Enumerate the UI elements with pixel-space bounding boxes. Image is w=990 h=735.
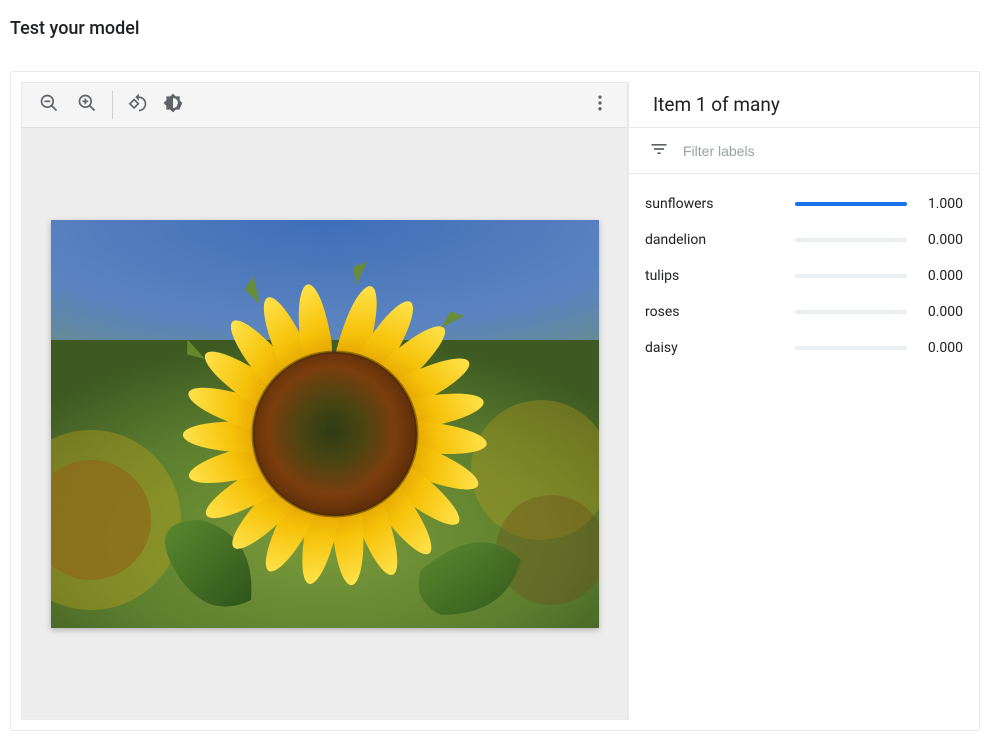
filter-labels-input[interactable]	[683, 143, 959, 159]
prediction-label: dandelion	[645, 232, 783, 248]
zoom-in-button[interactable]	[68, 86, 106, 124]
zoom-in-icon	[77, 93, 97, 117]
prediction-label: tulips	[645, 268, 783, 284]
rotate-button[interactable]	[119, 86, 157, 124]
more-vert-icon	[590, 93, 610, 117]
prediction-score: 0.000	[919, 304, 963, 320]
page-title: Test your model	[0, 0, 990, 39]
test-image	[51, 220, 599, 628]
prediction-score: 0.000	[919, 340, 963, 356]
more-options-button[interactable]	[581, 86, 619, 124]
chevron-down-icon: ▾	[177, 99, 182, 112]
prediction-label: roses	[645, 304, 783, 320]
prediction-label: daisy	[645, 340, 783, 356]
results-panel: Item 1 of many sunflowers 1.000 dandelio…	[629, 82, 979, 720]
prediction-row: roses 0.000	[645, 294, 963, 330]
viewer-toolbar: ▾	[21, 82, 628, 128]
toolbar-separator	[112, 91, 113, 119]
prediction-bar	[795, 274, 907, 278]
zoom-out-icon	[39, 93, 59, 117]
prediction-label: sunflowers	[645, 196, 783, 212]
prediction-row: tulips 0.000	[645, 258, 963, 294]
prediction-bar	[795, 238, 907, 242]
image-viewer: ▾	[21, 82, 629, 720]
prediction-bar	[795, 346, 907, 350]
prediction-bar	[795, 202, 907, 206]
prediction-bar	[795, 310, 907, 314]
filter-list-icon	[649, 139, 669, 163]
rotate-icon	[128, 93, 148, 117]
predictions-list: sunflowers 1.000 dandelion 0.000 tulips …	[629, 174, 979, 366]
prediction-row: daisy 0.000	[645, 330, 963, 366]
prediction-score: 0.000	[919, 268, 963, 284]
prediction-row: sunflowers 1.000	[645, 186, 963, 222]
prediction-score: 0.000	[919, 232, 963, 248]
prediction-bar-fill	[795, 202, 907, 206]
filter-row	[629, 128, 979, 174]
results-header: Item 1 of many	[629, 82, 979, 128]
prediction-score: 1.000	[919, 196, 963, 212]
test-model-panel: ▾	[10, 71, 980, 731]
prediction-row: dandelion 0.000	[645, 222, 963, 258]
image-area[interactable]	[21, 128, 628, 720]
brightness-button[interactable]: ▾	[157, 86, 184, 124]
zoom-out-button[interactable]	[30, 86, 68, 124]
